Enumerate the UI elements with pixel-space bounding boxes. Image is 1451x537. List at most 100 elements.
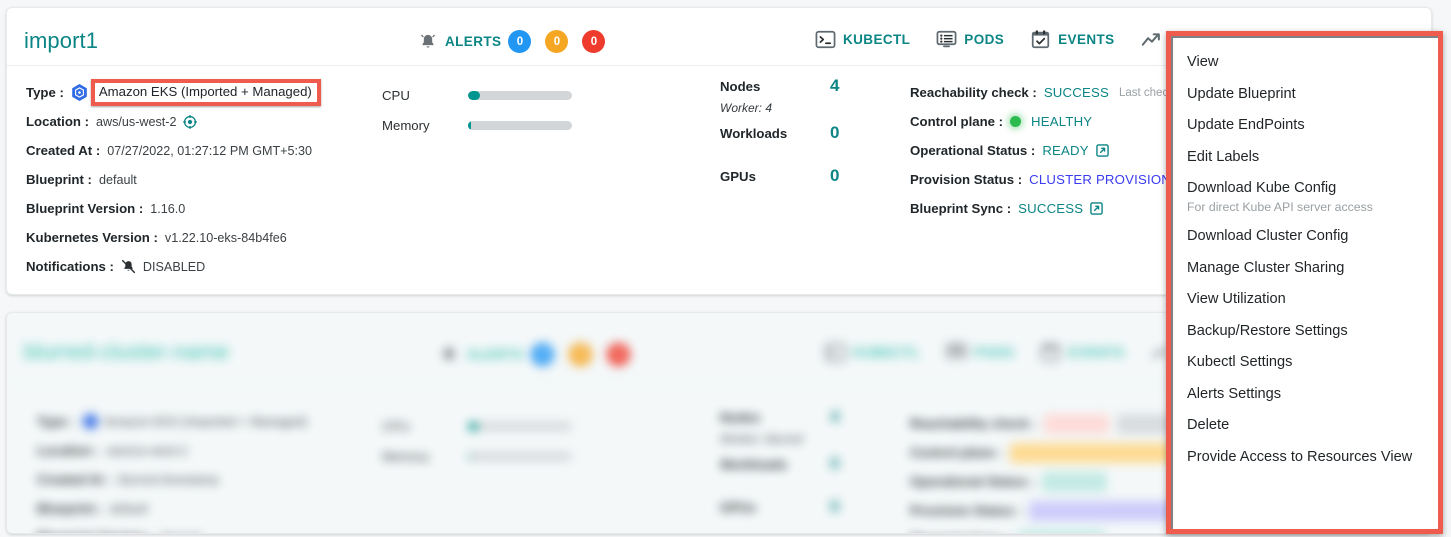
count-label-gpus: GPUs [720,169,756,184]
detail-value-blueprint: default [98,172,137,187]
menu-item-download-kube-config[interactable]: Download Kube Config For direct Kube API… [1173,173,1438,221]
background-usage-row-memory: Memory [382,441,582,471]
external-link-icon[interactable] [1095,144,1109,157]
toolbar-pods[interactable]: PODS [936,30,1004,49]
toolbar-events-label: EVENTS [1058,32,1115,47]
detail-value-kubernetes-version: v1.22.10-eks-84b4fe6 [164,230,287,245]
background-status-chip-blueprint-sync: SUCCESS [1018,529,1106,533]
menu-item-backup-restore-settings[interactable]: Backup/Restore Settings [1173,316,1438,348]
cluster-counts-group: Nodes 4 Worker: 4 Workloads 0 GPUs 0 [720,76,870,197]
cpu-usage-bar [468,90,572,100]
menu-item-update-blueprint[interactable]: Update Blueprint [1173,79,1438,111]
background-status-chip-control-plane: NOT HEALTHY xxxxx [1010,442,1175,463]
menu-item-download-cluster-config[interactable]: Download Cluster Config [1173,221,1438,253]
detail-row-blueprint: Blueprint : default [26,165,371,194]
detail-key-created-at: Created At : [26,143,101,158]
background-status-key-reachability: Reachability check : [910,416,1037,431]
background-detail-value-blueprint: default [109,501,148,516]
background-usage-label-cpu: CPU [382,418,410,434]
alert-count-warning[interactable]: 0 [545,30,569,53]
background-memory-usage-bar [468,451,572,461]
alert-count-critical[interactable]: 0 [582,30,606,53]
menu-item-update-endpoints[interactable]: Update EndPoints [1173,110,1438,142]
background-count-label-gpus: GPUs [720,500,756,515]
menu-item-alerts-settings[interactable]: Alerts Settings [1173,379,1438,411]
status-key-blueprint-sync: Blueprint Sync : [910,201,1012,216]
cluster-detail-page: import1 ALERTS 0 0 0 KUBECTL PODS EVENTS… [0,0,1451,537]
detail-key-location: Location : [26,114,90,129]
menu-item-kubectl-settings-label: Kubectl Settings [1187,354,1293,371]
menu-item-backup-restore-settings-label: Backup/Restore Settings [1187,322,1348,339]
background-status-key-provision: Provision Status : [910,503,1023,518]
menu-item-kubectl-settings[interactable]: Kubectl Settings [1173,347,1438,379]
menu-item-edit-labels-label: Edit Labels [1187,148,1260,165]
menu-item-alerts-settings-label: Alerts Settings [1187,385,1282,402]
background-count-row-workloads: Workloads 0 [720,454,870,485]
background-detail-row-created-at: Created At : blurred timestamp [37,465,377,494]
background-alerts-group: ALERTS 0 0 0 [439,343,631,366]
background-count-label-nodes: Nodes [720,410,761,425]
menu-item-delete[interactable]: Delete [1173,410,1438,442]
background-detail-key-location: Location : [37,443,101,458]
detail-row-kubernetes-version: Kubernetes Version : v1.22.10-eks-84b4fe… [26,223,371,252]
menu-item-update-blueprint-label: Update Blueprint [1187,85,1296,102]
context-menu-list: View Update Blueprint Update EndPoints E… [1171,36,1438,529]
detail-key-blueprint-version: Blueprint Version : [26,201,144,216]
background-count-row-gpus: GPUs 0 [720,497,870,528]
location-target-icon [182,114,197,129]
count-label-workloads: Workloads [720,126,788,141]
detail-value-created-at: 07/27/2022, 01:27:12 PM GMT+5:30 [107,143,313,158]
toolbar-events[interactable]: EVENTS [1030,30,1114,49]
terminal-icon [815,30,836,49]
background-count-row-nodes: Nodes 4 [720,407,870,438]
count-value-nodes: 4 [830,76,840,95]
background-toolbar-events: EVENTS [1040,343,1124,362]
menu-item-view-utilization-label: View Utilization [1187,291,1286,308]
usage-label-memory: Memory [382,117,430,133]
background-card-title: blurred-cluster-name [24,339,229,364]
toolbar-pods-label: PODS [964,32,1005,47]
background-detail-row-type: Type : Amazon EKS (Imported + Managed) [37,407,377,436]
cluster-actions-context-menu[interactable]: View Update Blueprint Update EndPoints E… [1166,31,1443,534]
background-detail-key-blueprint-version: Blueprint Version : [37,530,154,533]
background-count-value-gpus: 0 [830,497,840,516]
count-value-workloads: 0 [830,123,840,142]
background-cpu-usage-bar [468,421,572,431]
detail-value-type: Amazon EKS (Imported + Managed) [90,79,321,106]
background-alert-count-critical: 0 [607,343,631,366]
background-alerts-label: ALERTS [467,347,524,362]
alert-count-info[interactable]: 0 [508,30,532,53]
usage-row-cpu: CPU [382,80,582,110]
resource-usage-group: CPU Memory [382,80,582,140]
menu-item-view[interactable]: View [1173,47,1438,79]
background-toolbar-kubectl-label: KUBECTL [853,345,921,360]
background-detail-value-type: Amazon EKS (Imported + Managed) [103,414,308,429]
menu-item-download-kube-config-label: Download Kube Config [1187,180,1337,196]
background-alert-count-info: 0 [531,343,555,366]
alerts-group[interactable]: ALERTS 0 0 0 [418,30,606,53]
background-detail-row-blueprint-version: Blueprint Version : blurred [37,523,377,534]
background-count-label-workloads: Workloads [720,457,788,472]
background-alert-count-warning: 0 [569,343,593,366]
background-detail-row-location: Location : aws/us-west-2 [37,436,377,465]
background-status-chip-reachability: FAILED [1043,413,1109,434]
kubernetes-hexagon-icon [71,83,88,102]
detail-value-notifications: DISABLED [142,259,206,274]
menu-item-manage-cluster-sharing[interactable]: Manage Cluster Sharing [1173,253,1438,285]
background-detail-value-blueprint-version: blurred [161,531,200,534]
count-label-nodes: Nodes [720,79,761,94]
status-value-control-plane: HEALTHY [1031,114,1093,129]
bell-icon [439,345,459,365]
menu-item-view-utilization[interactable]: View Utilization [1173,284,1438,316]
count-row-workloads: Workloads 0 [720,123,870,154]
cluster-details-list: Type : Amazon EKS (Imported + Managed) L… [26,78,371,281]
menu-item-view-label: View [1187,54,1219,70]
status-value-blueprint-sync: SUCCESS [1018,201,1084,216]
external-link-icon[interactable] [1090,202,1104,215]
toolbar-kubectl[interactable]: KUBECTL [815,30,910,49]
menu-item-provide-access-to-resources-view[interactable]: Provide Access to Resources View [1173,442,1438,474]
detail-key-kubernetes-version: Kubernetes Version : [26,230,158,245]
background-detail-value-created-at: blurred timestamp [118,472,220,487]
menu-item-edit-labels[interactable]: Edit Labels [1173,142,1438,174]
background-status-key-control-plane: Control plane : [910,445,1004,460]
